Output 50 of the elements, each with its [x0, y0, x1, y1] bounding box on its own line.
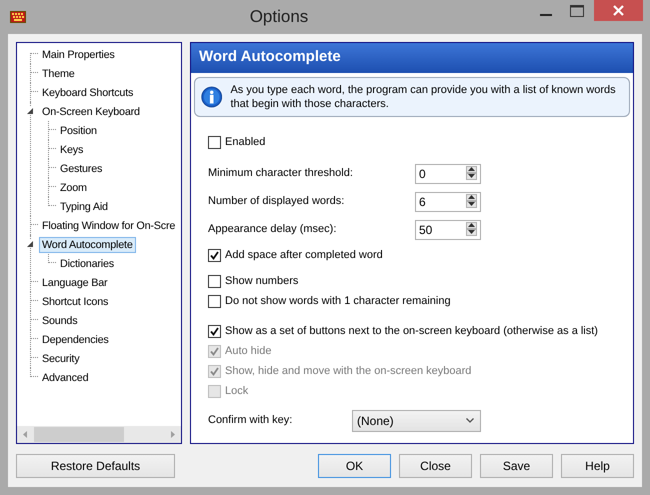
field-label: Minimum character threshold:	[208, 166, 353, 182]
checkbox-label: Auto hide	[225, 344, 272, 360]
dialog-button[interactable]: Save	[480, 454, 553, 478]
dialog-button[interactable]: OK	[318, 454, 391, 478]
tree-item[interactable]: Dependencies	[39, 332, 112, 348]
tree-item[interactable]: Advanced	[39, 370, 92, 386]
checkbox[interactable]	[208, 295, 221, 308]
checkbox-label: Lock	[225, 384, 248, 400]
tree-item[interactable]: Dictionaries	[57, 256, 118, 272]
field-label: Appearance delay (msec):	[208, 222, 336, 238]
caret-icon	[466, 418, 474, 423]
keyboard-icon	[10, 11, 26, 23]
close-icon	[613, 5, 624, 16]
tree-item[interactable]: On-Screen Keyboard	[39, 104, 143, 120]
tree-item[interactable]: Main Properties	[39, 47, 118, 63]
tree-item[interactable]: Theme	[39, 66, 78, 82]
maximize-icon	[570, 4, 584, 16]
checkbox-label: Do not show words with 1 character remaining	[225, 294, 451, 310]
field-label: Number of displayed words:	[208, 194, 344, 210]
dialog-button[interactable]: Close	[399, 454, 472, 478]
field-label: Confirm with key:	[208, 413, 294, 428]
checkbox[interactable]	[208, 136, 221, 149]
tree-item[interactable]: Typing Aid	[57, 199, 111, 215]
tree-item[interactable]: Security	[39, 351, 82, 367]
minimize-icon	[540, 14, 552, 16]
checkbox[interactable]	[208, 249, 221, 262]
tree-item[interactable]: Zoom	[57, 180, 90, 196]
tree-item[interactable]: Position	[57, 123, 100, 139]
checkbox-label: Show as a set of buttons next to the on-screen keyboard (otherwise as a list)	[225, 324, 598, 340]
dropdown[interactable]: (None)	[352, 410, 481, 432]
checkbox-label: Enabled	[225, 135, 266, 150]
tree-item[interactable]: Word Autocomplete	[39, 237, 136, 253]
tree-item[interactable]: Sounds	[39, 313, 80, 329]
checkbox-label: Add space after completed word	[225, 248, 383, 264]
dialog-button[interactable]: Restore Defaults	[16, 454, 175, 478]
checkbox-label: Show, hide and move with the on-screen keyboard	[225, 364, 472, 380]
tree-item[interactable]: Language Bar	[39, 275, 110, 291]
checkbox[interactable]	[208, 275, 221, 288]
dialog-button[interactable]: Help	[561, 454, 634, 478]
tree-item[interactable]: Shortcut Icons	[39, 294, 112, 310]
info-text: As you type each word, the program can provide you with a list of known words that begin with those characters.	[230, 82, 617, 110]
tree-item[interactable]: Floating Window for On-Scre	[39, 218, 178, 234]
window-title: Options	[250, 7, 308, 26]
panel-header: Word Autocomplete	[191, 43, 633, 72]
checkbox[interactable]	[208, 325, 221, 338]
checkbox-label: Show numbers	[225, 274, 298, 290]
tree-item[interactable]: Keys	[57, 142, 86, 158]
tree-item[interactable]: Keyboard Shortcuts	[39, 85, 136, 101]
tree-item[interactable]: Gestures	[57, 161, 106, 177]
close-button[interactable]	[594, 0, 643, 21]
